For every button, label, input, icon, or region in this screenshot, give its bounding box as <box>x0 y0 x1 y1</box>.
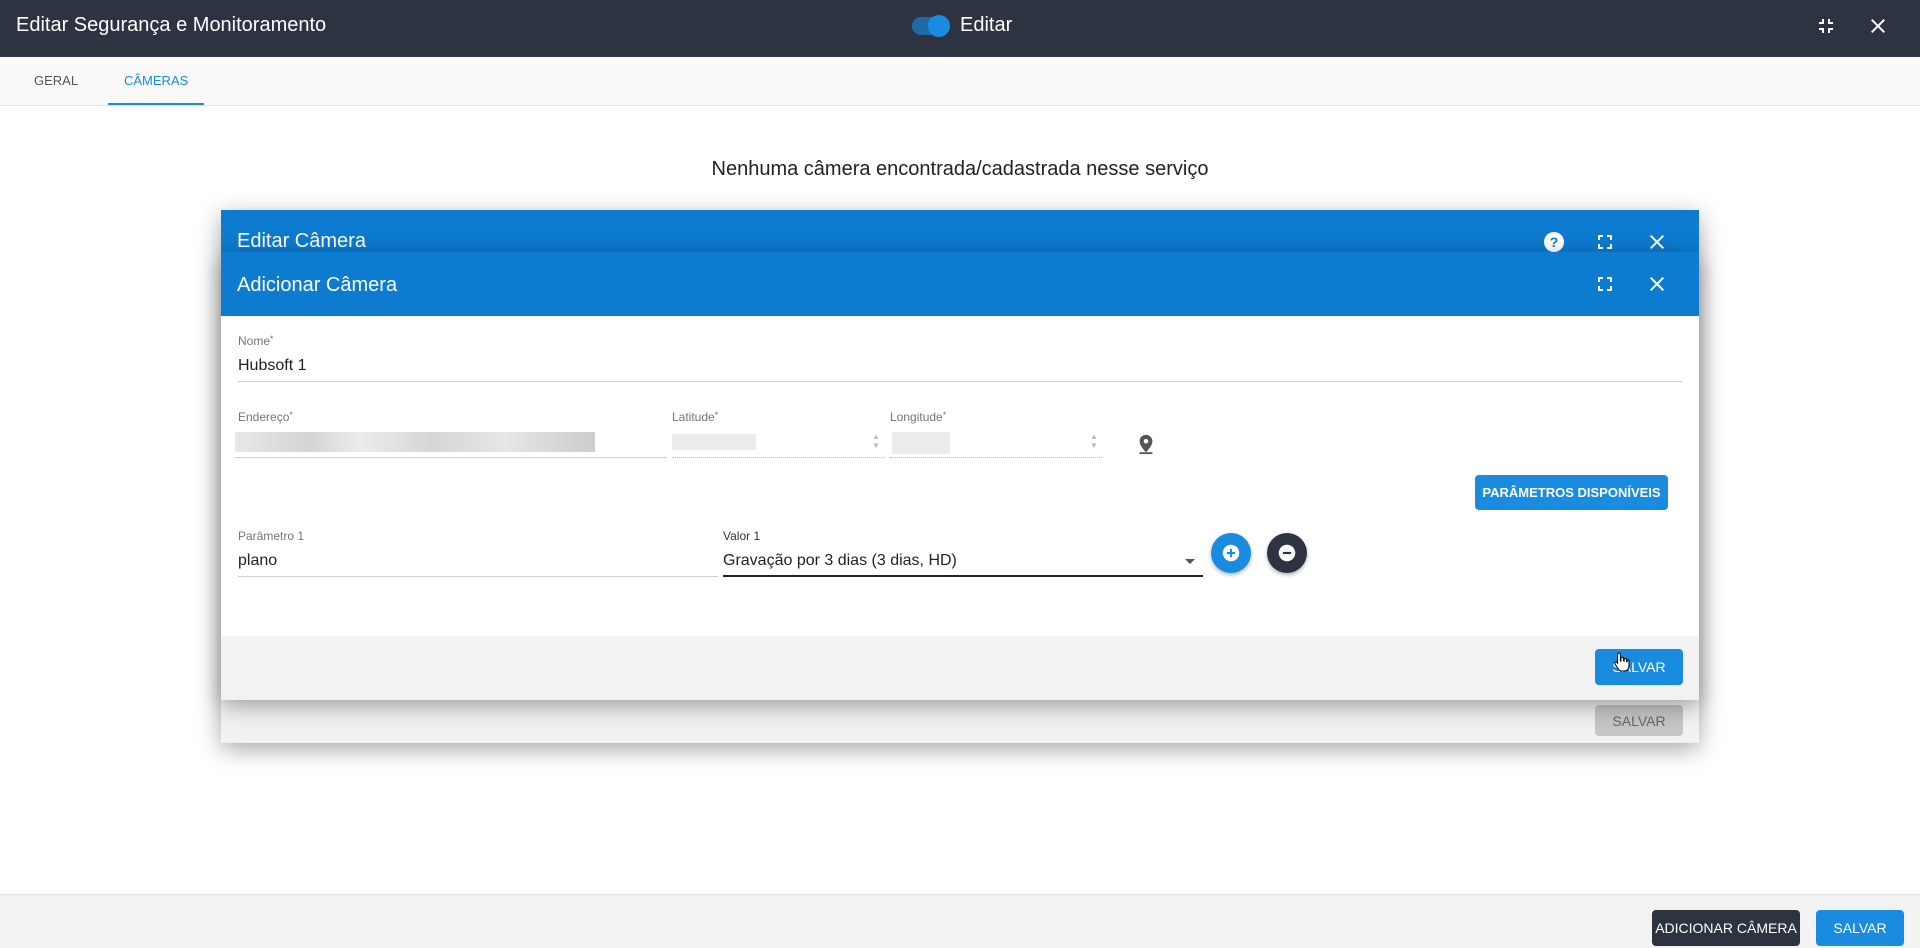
edit-toggle[interactable] <box>912 14 950 37</box>
latitude-input[interactable]: ▲ ▼ <box>672 428 884 458</box>
redacted-latitude <box>672 434 756 450</box>
edit-toggle-label: Editar <box>960 14 1013 36</box>
tab-geral[interactable]: GERAL <box>18 57 94 105</box>
app-header: Editar Segurança e Monitoramento Editar <box>0 0 1920 57</box>
add-camera-dialog-header: Adicionar Câmera <box>221 252 1699 316</box>
edit-camera-dialog-footer: SALVAR <box>221 699 1699 743</box>
chevron-down-icon <box>1185 559 1195 564</box>
latitude-stepper-icon[interactable]: ▲ ▼ <box>870 432 882 452</box>
remove-circle-icon <box>1278 544 1296 562</box>
svg-text:?: ? <box>1550 234 1559 250</box>
save-button-disabled: SALVAR <box>1595 705 1683 736</box>
add-circle-icon <box>1222 544 1240 562</box>
toggle-knob <box>928 14 950 37</box>
bottom-action-bar: ADICIONAR CÂMERA SALVAR <box>0 894 1920 948</box>
add-camera-button[interactable]: ADICIONAR CÂMERA <box>1652 910 1800 946</box>
empty-message: Nenhuma câmera encontrada/cadastrada nes… <box>711 158 1209 180</box>
add-param-button[interactable] <box>1211 533 1251 573</box>
add-camera-dialog-title: Adicionar Câmera <box>237 274 398 296</box>
help-icon[interactable]: ? <box>1542 230 1566 254</box>
nome-label: Nome* <box>238 334 274 348</box>
longitude-stepper-icon[interactable]: ▲ ▼ <box>1088 432 1100 452</box>
map-pin-icon[interactable] <box>1135 432 1157 456</box>
remove-param-button[interactable] <box>1267 533 1307 573</box>
close-icon[interactable] <box>1645 230 1669 254</box>
page-title: Editar Segurança e Monitoramento <box>16 14 327 36</box>
edit-camera-dialog-header: Editar Câmera ? <box>221 210 1699 254</box>
param-label: Parâmetro 1 <box>238 529 305 543</box>
value-select[interactable]: Gravação por 3 dias (3 dias, HD) <box>723 547 1203 577</box>
fullscreen-icon[interactable] <box>1593 272 1617 296</box>
longitude-label: Longitude* <box>890 410 947 424</box>
redacted-address <box>235 432 595 452</box>
longitude-input[interactable]: ▲ ▼ <box>890 428 1102 458</box>
edit-camera-dialog-title: Editar Câmera <box>237 230 366 252</box>
close-icon[interactable] <box>1866 14 1890 38</box>
bottom-save-button[interactable]: SALVAR <box>1816 910 1904 946</box>
latitude-label: Latitude* <box>672 410 719 424</box>
value-select-text: Gravação por 3 dias (3 dias, HD) <box>723 552 957 569</box>
cursor-hand-icon <box>1614 652 1630 672</box>
param-input[interactable]: plano <box>238 547 718 577</box>
close-icon[interactable] <box>1645 272 1669 296</box>
fullscreen-icon[interactable] <box>1593 230 1617 254</box>
tab-cameras[interactable]: CÂMERAS <box>108 57 205 105</box>
nome-input[interactable]: Hubsoft 1 <box>238 352 1682 382</box>
value-label: Valor 1 <box>723 529 761 543</box>
endereco-input[interactable] <box>235 428 667 458</box>
edit-toggle-wrapper[interactable]: Editar <box>912 14 1012 37</box>
collapse-icon[interactable] <box>1814 14 1838 38</box>
tab-bar: GERAL CÂMERAS <box>0 57 1920 106</box>
save-button[interactable]: SALVAR <box>1595 649 1683 685</box>
available-params-button[interactable]: PARÂMETROS DISPONÍVEIS <box>1475 475 1668 510</box>
redacted-longitude <box>892 432 950 454</box>
add-camera-dialog-footer: SALVAR <box>221 636 1699 700</box>
add-camera-dialog: Adicionar Câmera Nome* Hubsoft 1 Endereç… <box>221 252 1699 700</box>
endereco-label: Endereço* <box>238 410 293 424</box>
